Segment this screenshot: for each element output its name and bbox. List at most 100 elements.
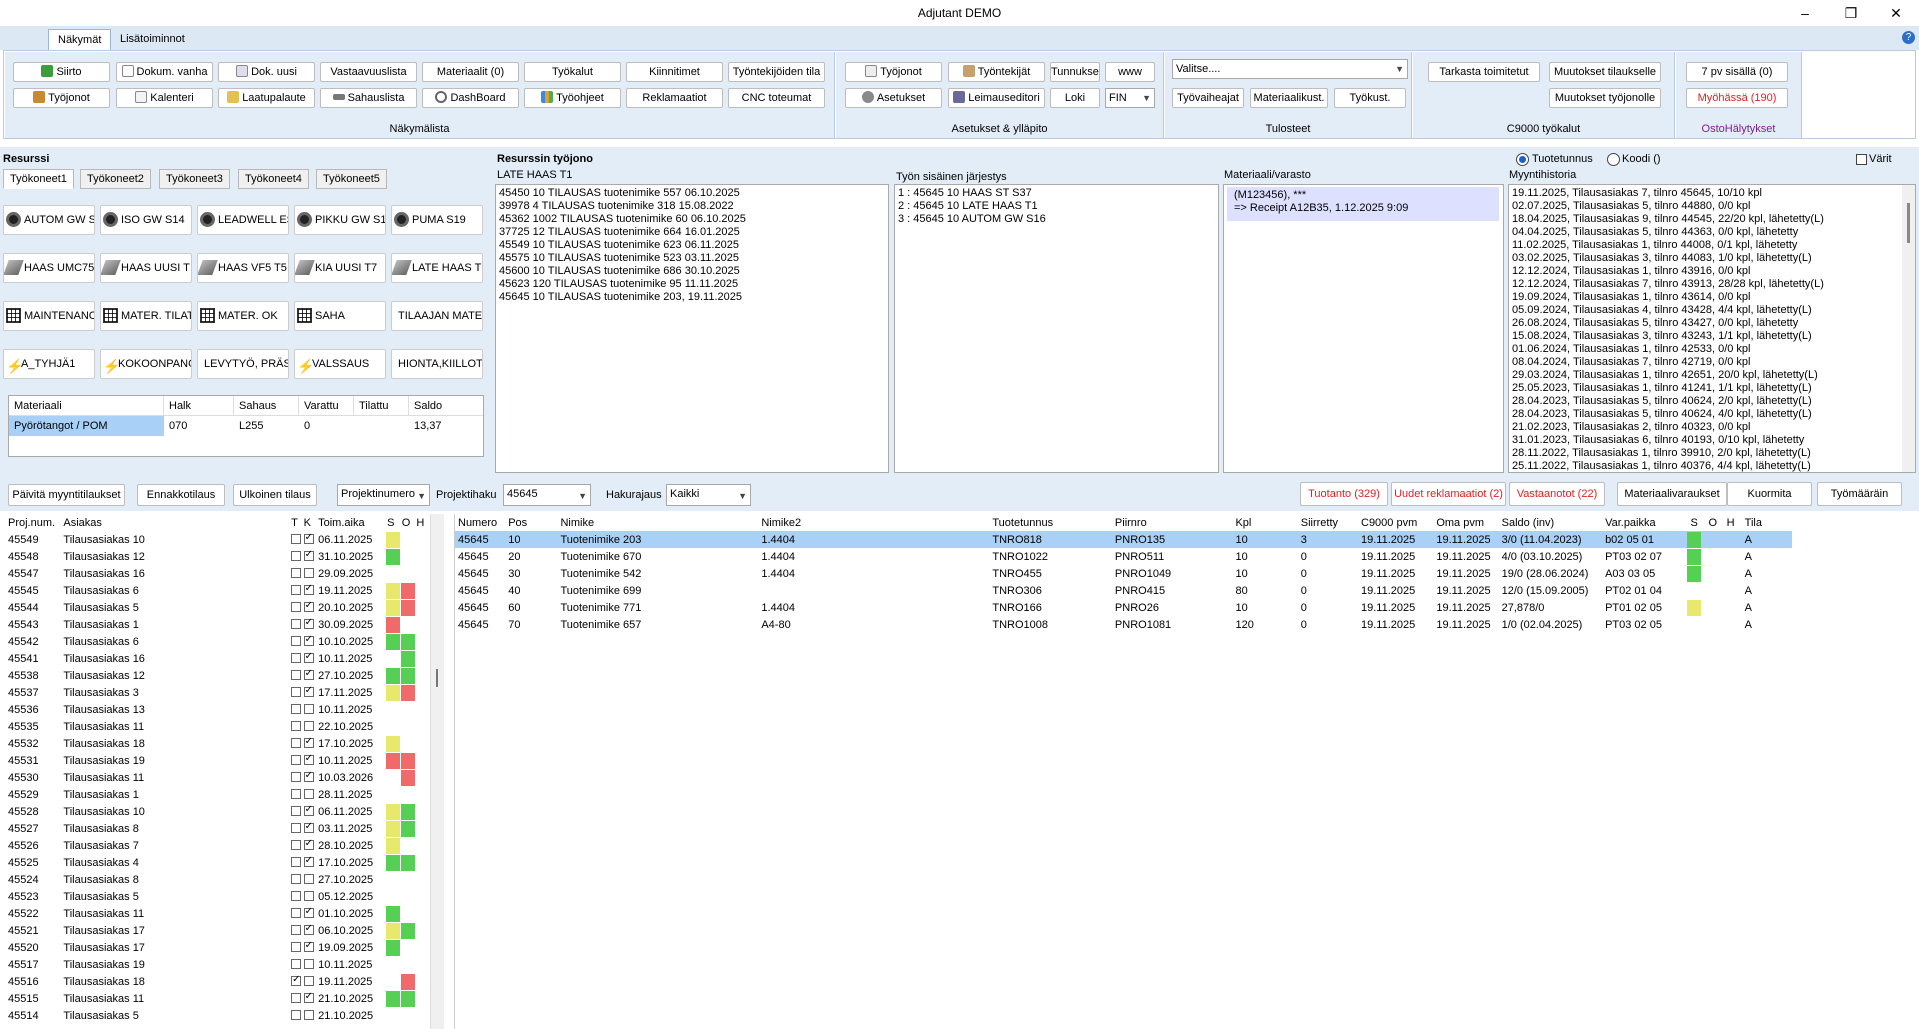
rows-col-header[interactable]: Tuotetunnus [989,514,1112,531]
myynti-item[interactable]: 28.04.2023, Tilausasiakas 5, tilnro 4062… [1509,395,1915,408]
order-row[interactable]: 45541 Tilausasiakas 16 10.11.2025 [5,650,430,667]
rows-col-header[interactable]: Numero [455,514,505,531]
tyojono-item[interactable]: 45549 10 TILAUSAS tuotenimike 623 06.11.… [496,239,888,252]
kiinnitimet-button[interactable]: Kiinnitimet [626,62,723,82]
hakurajaus-select[interactable]: Kaikki ▼ [666,484,751,506]
minimize-icon[interactable]: – [1782,0,1828,26]
k-checkbox[interactable] [303,736,314,748]
k-checkbox[interactable] [303,991,314,1003]
t-checkbox[interactable] [291,805,302,816]
order-row[interactable]: 45542 Tilausasiakas 6 10.10.2025 [5,633,430,650]
machine-button[interactable]: HAAS UUSI T [100,253,192,283]
muutokset-tilaukselle-button[interactable]: Muutokset tilaukselle [1549,62,1661,82]
orders-col-header[interactable]: S [386,514,401,531]
myohassa-button[interactable]: Myöhässä (190) [1686,88,1788,108]
t-checkbox[interactable] [291,839,302,850]
machine-button[interactable]: MATER. TILAT [100,301,192,331]
k-checkbox[interactable] [303,940,314,952]
orders-col-header[interactable]: K [303,514,316,531]
order-row[interactable]: 45543 Tilausasiakas 1 30.09.2025 [5,616,430,633]
rows-col-header[interactable]: Kpl [1232,514,1297,531]
materiaalit-button[interactable]: Materiaalit (0) [422,62,519,82]
t-checkbox[interactable] [291,703,302,714]
t-checkbox[interactable] [291,669,302,680]
order-row[interactable]: 45523 Tilausasiakas 5 05.12.2025 [5,888,430,905]
projektinumero-select[interactable]: Projektinumero ▼ [337,484,430,506]
order-line-row[interactable]: 45645 20 Tuotenimike 670 1.4404 TNRO1022 PNRO… [455,548,1792,565]
ennakkotilaus-button[interactable]: Ennakkotilaus [137,484,225,506]
t-checkbox[interactable] [291,856,302,867]
machine-button[interactable]: HAAS VF5 T5 [197,253,289,283]
t-checkbox[interactable] [291,686,302,697]
k-checkbox[interactable] [303,549,314,561]
order-row[interactable]: 45524 Tilausasiakas 8 27.10.2025 [5,871,430,888]
k-checkbox[interactable] [303,975,314,986]
k-checkbox[interactable] [303,923,314,935]
t-checkbox[interactable] [291,601,302,612]
order-row[interactable]: 45535 Tilausasiakas 11 22.10.2025 [5,718,430,735]
myynti-item[interactable]: 19.09.2024, Tilausasiakas 1, tilnro 4361… [1509,291,1915,304]
order-row[interactable]: 45537 Tilausasiakas 3 17.11.2025 [5,684,430,701]
siirto-button[interactable]: Siirto [13,62,110,82]
myynti-item[interactable]: 26.08.2024, Tilausasiakas 5, tilnro 4342… [1509,317,1915,330]
machine-button[interactable]: SAHA [294,301,386,331]
tyojono-item[interactable]: 45362 1002 TILAUSAS tuotenimike 60 06.10… [496,213,888,226]
myynti-item[interactable]: 29.03.2024, Tilausasiakas 1, tilnro 4265… [1509,369,1915,382]
language-select[interactable]: FIN ▼ [1105,88,1155,108]
order-row[interactable]: 45536 Tilausasiakas 13 10.11.2025 [5,701,430,718]
dok-uusi-button[interactable]: Dok. uusi [218,62,315,82]
tyojono-item[interactable]: 45600 10 TILAUSAS tuotenimike 686 30.10.… [496,265,888,278]
sisainen-item[interactable]: 3 : 45645 10 AUTOM GW S16 [895,213,1218,226]
machine-button[interactable]: HAAS UMC750 [3,253,95,283]
k-checkbox[interactable] [303,873,314,884]
k-checkbox[interactable] [303,855,314,867]
tarkasta-toimitetut-button[interactable]: Tarkasta toimitetut [1428,62,1540,82]
k-checkbox[interactable] [303,634,314,646]
machine-button[interactable]: ⚡KOKOONPANO [100,349,192,379]
t-checkbox[interactable] [291,974,302,986]
machine-button[interactable]: HIONTA,KIILLOT [391,349,483,379]
order-row[interactable]: 45514 Tilausasiakas 5 21.10.2025 [5,1007,430,1024]
order-row[interactable]: 45516 Tilausasiakas 18 19.11.2025 [5,973,430,990]
tyontekijat-button[interactable]: Työntekijät [948,62,1045,82]
dokum-vanha-button[interactable]: Dokum. vanha [116,62,213,82]
k-checkbox[interactable] [303,753,314,765]
close-icon[interactable]: ✕ [1873,0,1919,26]
tab-lisatoiminnot[interactable]: Lisätoiminnot [111,29,194,50]
machine-button[interactable]: ⚡A_TYHJÄ1 [3,349,95,379]
myynti-item[interactable]: 28.04.2023, Tilausasiakas 5, tilnro 4062… [1509,408,1915,421]
order-row[interactable]: 45544 Tilausasiakas 5 20.10.2025 [5,599,430,616]
k-checkbox[interactable] [303,583,314,595]
leimauseditori-button[interactable]: Leimauseditori [948,88,1045,108]
vastaavuuslista-button[interactable]: Vastaavuuslista [320,62,417,82]
order-row[interactable]: 45548 Tilausasiakas 12 31.10.2025 [5,548,430,565]
rows-col-header[interactable]: H [1724,514,1742,531]
orders-col-header[interactable]: Proj.num. [5,514,60,531]
materiaalivaraukset-button[interactable]: Materiaalivaraukset [1617,482,1727,506]
muutokset-tyojonolle-button[interactable]: Muutokset työjonolle [1549,88,1661,108]
myynti-item[interactable]: 08.04.2024, Tilausasiakas 7, tilnro 4271… [1509,356,1915,369]
seven-days-button[interactable]: 7 pv sisällä (0) [1686,62,1788,82]
tab-tyokoneet1[interactable]: Työkoneet1 [3,169,74,189]
rows-col-header[interactable]: C9000 pvm [1358,514,1433,531]
tuotanto-button[interactable]: Tuotanto (329) [1300,482,1388,506]
myynti-item[interactable]: 25.05.2023, Tilausasiakas 1, tilnro 4124… [1509,382,1915,395]
machine-button[interactable]: AUTOM GW S [3,205,95,235]
tyomaarain-button[interactable]: Työmääräin [1817,482,1902,506]
order-row[interactable]: 45528 Tilausasiakas 10 06.11.2025 [5,803,430,820]
tyojono-item[interactable]: 45623 120 TILAUSAS tuotenimike 95 11.11.… [496,278,888,291]
tyojonot-settings-button[interactable]: Työjonot [845,62,942,82]
myynti-item[interactable]: 25.11.2022, Tilausasiakas 1, tilnro 4037… [1509,460,1915,472]
tyojono-list[interactable]: 45450 10 TILAUSAS tuotenimike 557 06.10.… [495,184,889,473]
t-checkbox[interactable] [291,907,302,918]
k-checkbox[interactable] [303,1009,314,1020]
rows-col-header[interactable]: Siirretty [1298,514,1358,531]
varit-checkbox[interactable] [1856,154,1867,165]
order-row[interactable]: 45529 Tilausasiakas 1 28.11.2025 [5,786,430,803]
order-row[interactable]: 45515 Tilausasiakas 11 21.10.2025 [5,990,430,1007]
k-checkbox[interactable] [303,804,314,816]
tyojono-item[interactable]: 45450 10 TILAUSAS tuotenimike 557 06.10.… [496,187,888,200]
projektihaku-input[interactable]: 45645 ▼ [503,484,591,506]
rows-col-header[interactable]: Pos [505,514,557,531]
t-checkbox[interactable] [291,822,302,833]
